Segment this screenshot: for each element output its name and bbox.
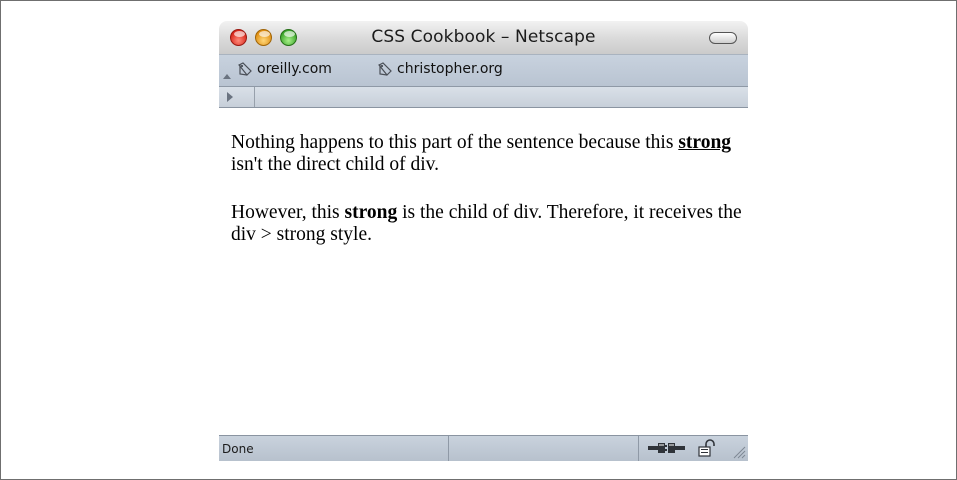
bookmark-label: christopher.org xyxy=(397,61,503,77)
paragraph-not-child: Nothing happens to this part of the sent… xyxy=(231,132,746,176)
disclosure-triangle-icon xyxy=(227,92,233,102)
text-run: However, this xyxy=(231,202,345,223)
status-divider xyxy=(638,436,639,461)
bookmarks-toolbar: oreilly.com christopher.org xyxy=(219,54,748,87)
browser-window: CSS Cookbook – Netscape oreilly.com chri… xyxy=(219,21,748,461)
text-run: isn't the direct child of div. xyxy=(231,154,440,175)
bookmark-icon xyxy=(376,60,394,78)
status-divider xyxy=(448,436,449,461)
security-lock-icon[interactable] xyxy=(697,439,719,457)
resize-grip-icon[interactable] xyxy=(730,443,746,459)
window-title: CSS Cookbook – Netscape xyxy=(371,27,596,47)
strong-text-styled: strong xyxy=(678,132,732,153)
text-run: Nothing happens to this part of the sent… xyxy=(231,132,679,153)
page-content: Nothing happens to this part of the sent… xyxy=(219,108,748,435)
bookmark-label: oreilly.com xyxy=(257,61,332,77)
strong-text: strong xyxy=(344,202,398,223)
toolbar-toggle-button[interactable] xyxy=(709,32,737,44)
collapse-toolbar-icon[interactable] xyxy=(223,74,231,79)
sidebar-strip xyxy=(219,87,748,108)
connection-plug-icon[interactable] xyxy=(647,440,687,456)
bookmark-christopher[interactable]: christopher.org xyxy=(376,59,503,79)
sidebar-toggle-button[interactable] xyxy=(219,87,255,107)
paragraph-direct-child: However, this strong is the child of div… xyxy=(231,202,746,246)
status-bar: Done xyxy=(219,435,748,461)
title-bar[interactable]: CSS Cookbook – Netscape xyxy=(219,21,748,54)
status-text: Done xyxy=(222,442,254,456)
bookmark-icon xyxy=(236,60,254,78)
bookmark-oreilly[interactable]: oreilly.com xyxy=(236,59,332,79)
